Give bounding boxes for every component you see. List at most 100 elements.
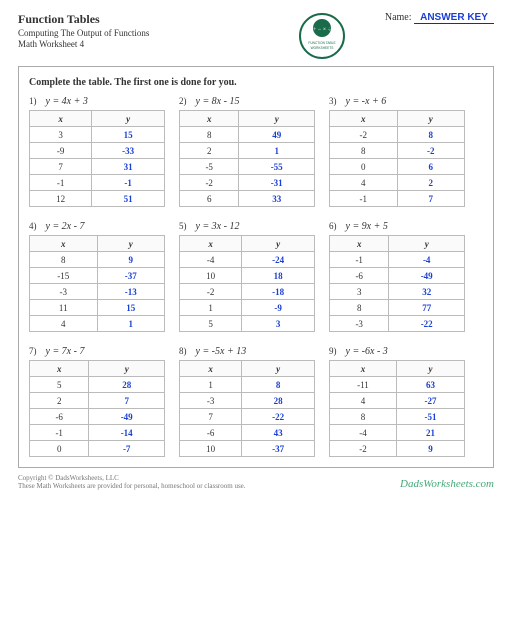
col-x: x xyxy=(330,111,398,127)
table-row: -1163 xyxy=(330,377,465,393)
y-value: 8 xyxy=(242,377,315,393)
y-value: 15 xyxy=(97,300,165,316)
table-row: 1115 xyxy=(30,300,165,316)
table-row: 27 xyxy=(30,393,165,409)
table-row: 06 xyxy=(330,159,465,175)
worksheet-header: Function Tables Computing The Output of … xyxy=(18,12,494,60)
problem: 7) y = 7x - 7xy52827-6-49-1-140-7 xyxy=(29,346,165,457)
y-value: -22 xyxy=(242,409,315,425)
table-row: -1-14 xyxy=(30,425,165,441)
instruction: Complete the table. The first one is don… xyxy=(29,77,483,88)
table-row: 42 xyxy=(330,175,465,191)
table-row: -643 xyxy=(180,425,315,441)
x-value: 3 xyxy=(330,284,389,300)
x-value: 8 xyxy=(330,300,389,316)
col-y: y xyxy=(92,111,165,127)
x-value: -3 xyxy=(180,393,242,409)
problem-number: 8) xyxy=(179,346,193,356)
name-field: Name: ANSWER KEY xyxy=(354,12,494,24)
x-value: 3 xyxy=(30,127,92,143)
col-y: y xyxy=(389,236,465,252)
y-value: -14 xyxy=(89,425,165,441)
y-value: -33 xyxy=(92,143,165,159)
y-value: 28 xyxy=(89,377,165,393)
y-value: 6 xyxy=(397,159,465,175)
x-value: 6 xyxy=(180,191,239,207)
y-value: 1 xyxy=(239,143,315,159)
y-value: 43 xyxy=(242,425,315,441)
x-value: 8 xyxy=(30,252,98,268)
y-value: 9 xyxy=(396,441,464,457)
table-row: 1-9 xyxy=(180,300,315,316)
y-value: 8 xyxy=(397,127,465,143)
col-x: x xyxy=(30,361,89,377)
y-value: 15 xyxy=(92,127,165,143)
table-row: -6-49 xyxy=(330,268,465,284)
x-value: -1 xyxy=(330,252,389,268)
table-row: 315 xyxy=(30,127,165,143)
worksheet-number: Math Worksheet 4 xyxy=(18,39,290,49)
x-value: -2 xyxy=(180,284,242,300)
table-row: 877 xyxy=(330,300,465,316)
table-row: 4-27 xyxy=(330,393,465,409)
function-table: xy84921-5-55-2-31633 xyxy=(179,110,315,207)
copyright: Copyright © DadsWorksheets, LLC xyxy=(18,474,246,482)
svg-text:WORKSHEETS: WORKSHEETS xyxy=(311,46,334,50)
equation: y = 3x - 12 xyxy=(193,221,239,232)
equation: y = 7x - 7 xyxy=(43,346,84,357)
col-x: x xyxy=(180,111,239,127)
col-y: y xyxy=(239,111,315,127)
svg-text:FUNCTION TABLE: FUNCTION TABLE xyxy=(308,41,335,45)
y-value: -2 xyxy=(397,143,465,159)
y-value: -37 xyxy=(242,441,315,457)
problem-number: 3) xyxy=(329,96,343,106)
x-value: -3 xyxy=(330,316,389,332)
name-label: Name: xyxy=(385,12,412,23)
table-row: -29 xyxy=(330,441,465,457)
table-row: -15-37 xyxy=(30,268,165,284)
function-table: xy-4-241018-2-181-953 xyxy=(179,235,315,332)
equation: y = 2x - 7 xyxy=(43,221,84,232)
x-value: -15 xyxy=(30,268,98,284)
y-value: 18 xyxy=(242,268,315,284)
function-table: xy315-9-33731-1-11251 xyxy=(29,110,165,207)
x-value: 2 xyxy=(30,393,89,409)
x-value: 0 xyxy=(330,159,398,175)
table-row: 7-22 xyxy=(180,409,315,425)
x-value: 7 xyxy=(30,159,92,175)
y-value: 49 xyxy=(239,127,315,143)
table-row: 332 xyxy=(330,284,465,300)
problem: 2) y = 8x - 15xy84921-5-55-2-31633 xyxy=(179,96,315,207)
problem: 5) y = 3x - 12xy-4-241018-2-181-953 xyxy=(179,221,315,332)
x-value: 7 xyxy=(180,409,242,425)
problem: 8) y = -5x + 13xy18-3287-22-64310-37 xyxy=(179,346,315,457)
table-row: 53 xyxy=(180,316,315,332)
equation: y = 9x + 5 xyxy=(343,221,388,232)
y-value: -13 xyxy=(97,284,165,300)
problem-number: 7) xyxy=(29,346,43,356)
table-row: -421 xyxy=(330,425,465,441)
col-x: x xyxy=(30,111,92,127)
y-value: -51 xyxy=(396,409,464,425)
x-value: 4 xyxy=(30,316,98,332)
equation: y = -x + 6 xyxy=(343,96,386,107)
problems-grid: 1) y = 4x + 3xy315-9-33731-1-112512) y =… xyxy=(29,96,483,463)
table-row: -5-55 xyxy=(180,159,315,175)
table-row: -9-33 xyxy=(30,143,165,159)
y-value: -22 xyxy=(389,316,465,332)
y-value: 7 xyxy=(89,393,165,409)
x-value: -2 xyxy=(330,441,397,457)
equation: y = -5x + 13 xyxy=(193,346,246,357)
y-value: 63 xyxy=(396,377,464,393)
table-row: -6-49 xyxy=(30,409,165,425)
problem: 6) y = 9x + 5xy-1-4-6-49332877-3-22 xyxy=(329,221,465,332)
problem-number: 1) xyxy=(29,96,43,106)
x-value: -9 xyxy=(30,143,92,159)
problem-number: 9) xyxy=(329,346,343,356)
y-value: 77 xyxy=(389,300,465,316)
problem-number: 4) xyxy=(29,221,43,231)
equation: y = -6x - 3 xyxy=(343,346,388,357)
table-row: -3-13 xyxy=(30,284,165,300)
problem: 4) y = 2x - 7xy89-15-37-3-13111541 xyxy=(29,221,165,332)
x-value: 8 xyxy=(330,143,398,159)
